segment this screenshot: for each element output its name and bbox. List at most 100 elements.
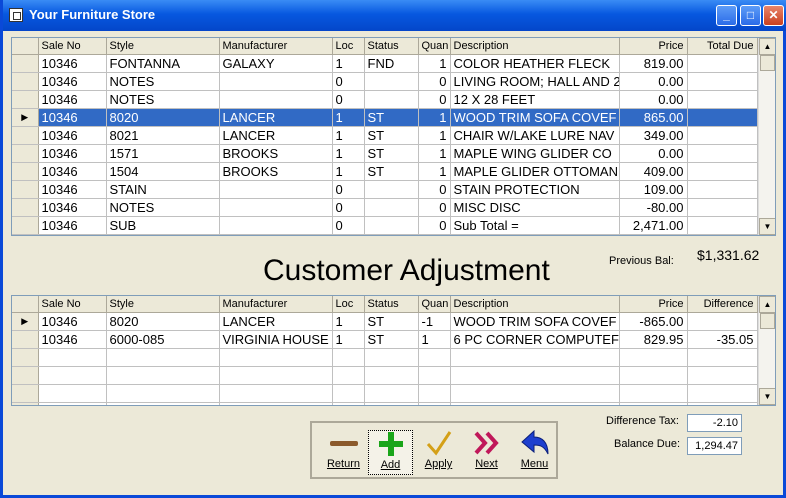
table-cell[interactable] [687, 72, 758, 91]
table-cell[interactable]: 1571 [106, 144, 220, 163]
table-cell[interactable] [219, 216, 333, 235]
table-cell[interactable]: WOOD TRIM SOFA COVEF [450, 108, 620, 127]
table-cell[interactable] [332, 348, 365, 367]
table-cell[interactable]: 8021 [106, 126, 220, 145]
table-cell[interactable]: 1 [418, 144, 451, 163]
table-cell[interactable]: ST [364, 330, 419, 349]
column-header[interactable]: Quan [418, 38, 451, 55]
table-cell[interactable] [106, 384, 220, 403]
table-cell[interactable]: ST [364, 312, 419, 331]
table-cell[interactable]: MAPLE GLIDER OTTOMAN [450, 162, 620, 181]
table-cell[interactable] [106, 402, 220, 405]
column-header[interactable]: Style [106, 38, 220, 55]
table-cell[interactable]: 1 [418, 126, 451, 145]
row-selector[interactable] [12, 90, 39, 109]
table-cell[interactable]: 6 PC CORNER COMPUTEF [450, 330, 620, 349]
table-cell[interactable]: 1 [332, 312, 365, 331]
table-cell[interactable] [687, 216, 758, 235]
table-cell[interactable]: 10346 [38, 144, 107, 163]
table-cell[interactable]: NOTES [106, 90, 220, 109]
table-cell[interactable]: 10346 [38, 198, 107, 217]
table-cell[interactable]: 1 [418, 162, 451, 181]
table-cell[interactable] [364, 402, 419, 405]
table-cell[interactable] [418, 348, 451, 367]
table-cell[interactable]: 10346 [38, 72, 107, 91]
table-cell[interactable]: COLOR HEATHER FLECK [450, 54, 620, 73]
table-cell[interactable]: LANCER [219, 126, 333, 145]
table-cell[interactable] [418, 384, 451, 403]
row-selector[interactable] [12, 384, 39, 403]
table-cell[interactable] [219, 366, 333, 385]
next-button[interactable]: Next [464, 430, 509, 475]
apply-button[interactable]: Apply [416, 430, 461, 475]
table-row[interactable]: 10346 SUB 0 0 Sub Total = 2,471.00 [12, 216, 758, 235]
table-cell[interactable]: ST [364, 144, 419, 163]
table-cell[interactable]: 0 [332, 180, 365, 199]
table-cell[interactable]: 10346 [38, 330, 107, 349]
table-cell[interactable] [332, 384, 365, 403]
table-cell[interactable] [450, 366, 620, 385]
scroll-down-icon[interactable]: ▼ [759, 388, 775, 405]
table-cell[interactable] [687, 312, 758, 331]
row-selector[interactable] [12, 366, 39, 385]
column-header[interactable]: Manufacturer [219, 38, 333, 55]
column-header[interactable]: Total Due [687, 38, 758, 55]
maximize-button[interactable]: □ [740, 5, 761, 26]
table-row[interactable]: 10346 1571 BROOKS 1 ST 1 MAPLE WING GLIDER CO 0… [12, 144, 758, 163]
table-cell[interactable] [687, 162, 758, 181]
table-cell[interactable]: ST [364, 162, 419, 181]
table-cell[interactable] [332, 366, 365, 385]
table-cell[interactable]: 10346 [38, 162, 107, 181]
column-header[interactable]: Difference [687, 296, 758, 313]
table-row[interactable] [12, 402, 758, 405]
table-row[interactable] [12, 384, 758, 403]
column-header[interactable]: Description [450, 296, 620, 313]
row-selector[interactable] [12, 330, 39, 349]
return-button[interactable]: Return [321, 430, 366, 475]
table-cell[interactable]: 0 [418, 180, 451, 199]
app-icon[interactable] [9, 8, 23, 22]
table-cell[interactable]: 1 [418, 330, 451, 349]
column-header[interactable]: Quan [418, 296, 451, 313]
scroll-up-icon[interactable]: ▲ [759, 296, 775, 313]
table-cell[interactable]: 0 [332, 216, 365, 235]
table-cell[interactable] [450, 348, 620, 367]
table-cell[interactable]: WOOD TRIM SOFA COVEF [450, 312, 620, 331]
row-selector[interactable] [12, 198, 39, 217]
add-button[interactable]: Add [368, 430, 413, 475]
table-cell[interactable] [687, 90, 758, 109]
table-cell[interactable]: STAIN [106, 180, 220, 199]
balance-due-field[interactable]: 1,294.47 [687, 437, 742, 455]
table-cell[interactable]: 1 [332, 54, 365, 73]
table-cell[interactable]: FONTANNA [106, 54, 220, 73]
table-cell[interactable] [450, 384, 620, 403]
scroll-down-icon[interactable]: ▼ [759, 218, 775, 235]
table-cell[interactable] [687, 366, 758, 385]
adjustment-grid[interactable]: Sale No Style Manufacturer Loc Status Quan Des… [11, 295, 776, 406]
table-row[interactable]: ▶ 10346 8020 LANCER 1 ST -1 WOOD TRIM SOFA COVE… [12, 312, 758, 331]
table-cell[interactable] [219, 348, 333, 367]
table-cell[interactable] [687, 54, 758, 73]
table-cell[interactable]: 8020 [106, 108, 220, 127]
row-selector[interactable] [12, 54, 39, 73]
scroll-thumb[interactable] [760, 55, 775, 71]
table-cell[interactable]: BROOKS [219, 162, 333, 181]
table-cell[interactable]: 8020 [106, 312, 220, 331]
table-cell[interactable]: -1 [418, 312, 451, 331]
table-cell[interactable]: MISC DISC [450, 198, 620, 217]
minimize-button[interactable]: _ [716, 5, 737, 26]
table-cell[interactable] [619, 348, 688, 367]
table-cell[interactable]: 0 [332, 198, 365, 217]
table-cell[interactable] [687, 348, 758, 367]
table-cell[interactable] [687, 402, 758, 405]
table-cell[interactable]: 109.00 [619, 180, 688, 199]
table-cell[interactable]: 0 [418, 90, 451, 109]
column-header[interactable]: Loc [332, 38, 365, 55]
table-cell[interactable] [38, 384, 107, 403]
table-cell[interactable]: 0 [418, 216, 451, 235]
column-header[interactable]: Status [364, 296, 419, 313]
column-header[interactable]: Style [106, 296, 220, 313]
table-cell[interactable]: MAPLE WING GLIDER CO [450, 144, 620, 163]
table-cell[interactable]: 0 [418, 72, 451, 91]
table-cell[interactable]: 0.00 [619, 144, 688, 163]
